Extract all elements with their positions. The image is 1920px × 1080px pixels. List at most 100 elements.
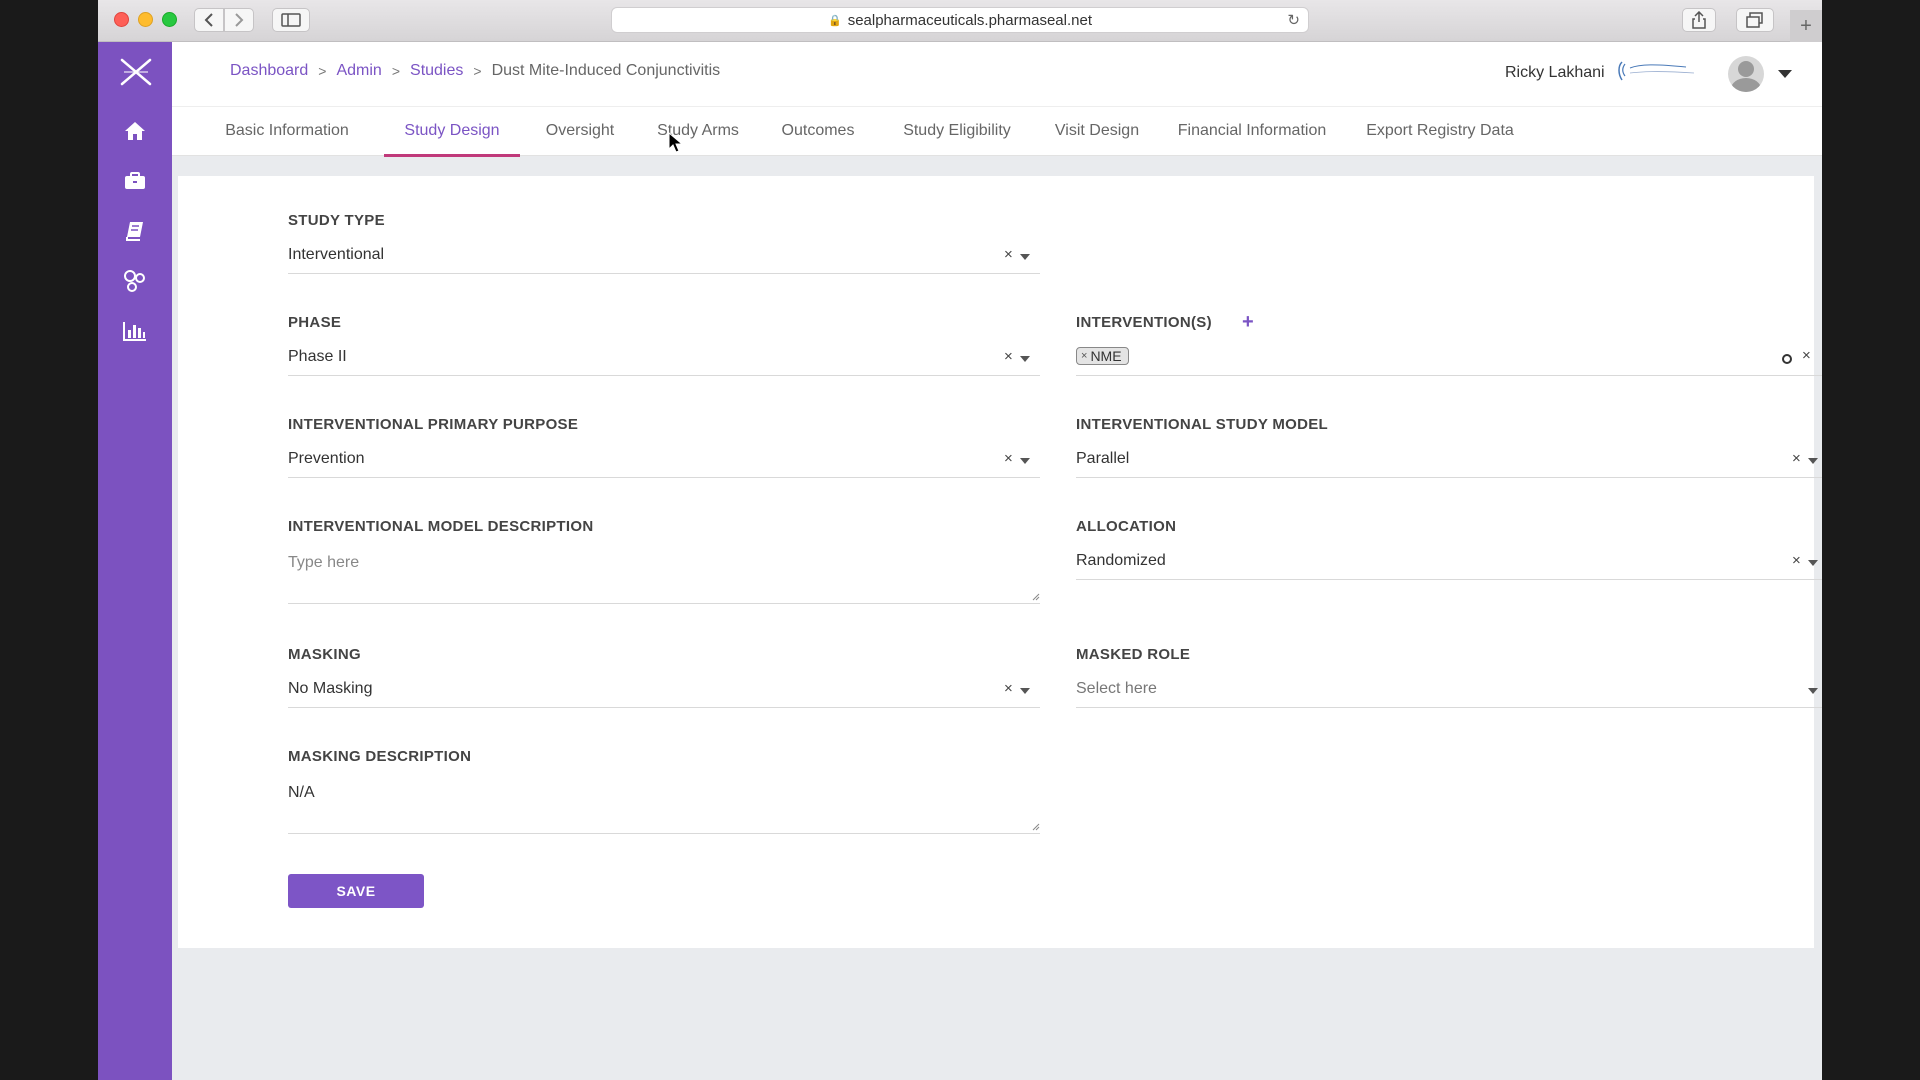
loading-ring-icon: [1782, 354, 1792, 364]
add-intervention-plus-icon[interactable]: +: [1242, 312, 1254, 332]
masking-value: No Masking: [288, 680, 373, 697]
tab-study-arms[interactable]: Study Arms: [652, 107, 744, 157]
lock-icon: 🔒: [827, 14, 842, 27]
chevron-down-icon[interactable]: [1808, 458, 1818, 464]
bar-chart-icon[interactable]: [120, 316, 150, 346]
masking-label: MASKING: [288, 646, 361, 663]
masking-description-label: MASKING DESCRIPTION: [288, 748, 472, 765]
browser-titlebar: 🔒 sealpharmaceuticals.pharmaseal.net ↻ +: [98, 0, 1822, 42]
interventions-multiselect[interactable]: × NME ×: [1076, 342, 1822, 376]
breadcrumb-separator: >: [318, 63, 327, 79]
study-type-select[interactable]: Interventional ×: [288, 240, 1040, 274]
address-bar[interactable]: 🔒 sealpharmaceuticals.pharmaseal.net ↻: [611, 7, 1309, 33]
close-window-button[interactable]: [114, 12, 129, 27]
chevron-down-icon[interactable]: [1808, 688, 1818, 694]
clear-icon[interactable]: ×: [1792, 552, 1801, 569]
maximize-window-button[interactable]: [162, 12, 177, 27]
minimize-window-button[interactable]: [138, 12, 153, 27]
chevron-down-icon[interactable]: [1020, 356, 1030, 362]
study-model-label: INTERVENTIONAL STUDY MODEL: [1076, 416, 1328, 433]
intervention-tag[interactable]: × NME: [1076, 347, 1129, 365]
model-description-textarea[interactable]: Type here: [288, 546, 1040, 604]
tab-outcomes[interactable]: Outcomes: [776, 107, 860, 157]
top-header: Dashboard > Admin > Studies > Dust Mite-…: [172, 42, 1822, 106]
tab-basic-information[interactable]: Basic Information: [216, 107, 358, 157]
tab-financial-information[interactable]: Financial Information: [1172, 107, 1332, 157]
interventions-label: INTERVENTION(S): [1076, 314, 1212, 331]
tab-export-registry-data[interactable]: Export Registry Data: [1356, 107, 1524, 157]
phase-select[interactable]: Phase II ×: [288, 342, 1040, 376]
avatar-body: [1731, 78, 1761, 92]
resize-grip-icon[interactable]: [1032, 593, 1040, 601]
chevron-down-icon[interactable]: [1020, 688, 1030, 694]
mouse-cursor-icon: [668, 132, 684, 153]
primary-purpose-value: Prevention: [288, 450, 365, 467]
save-button[interactable]: SAVE: [288, 874, 424, 908]
chevron-down-icon[interactable]: [1808, 560, 1818, 566]
remove-tag-icon[interactable]: ×: [1081, 350, 1087, 362]
study-tabs: Basic Information Study Design Oversight…: [172, 106, 1822, 157]
primary-purpose-label: INTERVENTIONAL PRIMARY PURPOSE: [288, 416, 579, 433]
masked-role-placeholder: Select here: [1076, 680, 1157, 697]
clear-icon[interactable]: ×: [1004, 450, 1013, 467]
model-description-label: INTERVENTIONAL MODEL DESCRIPTION: [288, 518, 594, 535]
reload-icon[interactable]: ↻: [1287, 11, 1300, 29]
tabs-icon: [1746, 12, 1763, 28]
clear-all-icon[interactable]: ×: [1802, 347, 1811, 364]
clear-icon[interactable]: ×: [1792, 450, 1801, 467]
allocation-select[interactable]: Randomized ×: [1076, 546, 1822, 580]
masking-select[interactable]: No Masking ×: [288, 674, 1040, 708]
clear-icon[interactable]: ×: [1004, 246, 1013, 263]
sidebar-toggle-button[interactable]: [272, 8, 310, 32]
chevron-down-icon[interactable]: [1020, 254, 1030, 260]
primary-purpose-select[interactable]: Prevention ×: [288, 444, 1040, 478]
user-name: Ricky Lakhani: [1505, 64, 1605, 81]
forward-button[interactable]: [224, 8, 254, 32]
molecule-icon[interactable]: [120, 266, 150, 296]
briefcase-icon[interactable]: [120, 166, 150, 196]
phase-value: Phase II: [288, 348, 347, 365]
model-description-placeholder: Type here: [288, 554, 360, 571]
sidebar-icon: [281, 13, 301, 27]
breadcrumb-separator: >: [473, 63, 482, 79]
allocation-value: Randomized: [1076, 552, 1166, 569]
tab-study-design[interactable]: Study Design: [384, 107, 520, 157]
clear-icon[interactable]: ×: [1004, 680, 1013, 697]
breadcrumb-dashboard[interactable]: Dashboard: [230, 62, 308, 80]
chevron-down-icon[interactable]: [1020, 458, 1030, 464]
user-menu-chevron-down-icon[interactable]: [1778, 70, 1792, 78]
phase-label: PHASE: [288, 314, 342, 331]
company-logo: [1616, 58, 1700, 84]
tab-oversight[interactable]: Oversight: [540, 107, 620, 157]
tab-visit-design[interactable]: Visit Design: [1044, 107, 1150, 157]
share-button[interactable]: [1682, 8, 1716, 32]
chevron-right-icon: [235, 13, 244, 27]
app-logo-icon[interactable]: [120, 56, 152, 88]
study-model-select[interactable]: Parallel ×: [1076, 444, 1822, 478]
sidebar: [98, 42, 172, 1080]
masking-description-value: N/A: [288, 784, 315, 801]
intervention-tag-label: NME: [1090, 348, 1122, 364]
avatar-head: [1738, 61, 1754, 77]
study-model-value: Parallel: [1076, 450, 1130, 467]
url-text: sealpharmaceuticals.pharmaseal.net: [847, 11, 1092, 29]
breadcrumb-admin[interactable]: Admin: [336, 62, 381, 80]
study-design-form: STUDY TYPE Interventional × PHASE Phase …: [178, 176, 1822, 948]
home-icon[interactable]: [120, 116, 150, 146]
user-avatar[interactable]: [1728, 56, 1764, 92]
tab-study-eligibility[interactable]: Study Eligibility: [892, 107, 1022, 157]
clear-icon[interactable]: ×: [1004, 348, 1013, 365]
back-button[interactable]: [194, 8, 224, 32]
chevron-left-icon: [204, 13, 213, 27]
browser-window: 🔒 sealpharmaceuticals.pharmaseal.net ↻ +: [98, 0, 1822, 1080]
new-tab-button[interactable]: +: [1790, 10, 1822, 42]
book-icon[interactable]: [120, 216, 150, 246]
breadcrumb-studies[interactable]: Studies: [410, 62, 463, 80]
breadcrumb: Dashboard > Admin > Studies > Dust Mite-…: [230, 62, 720, 80]
tab-overview-button[interactable]: [1736, 8, 1774, 32]
resize-grip-icon[interactable]: [1032, 823, 1040, 831]
masked-role-select[interactable]: Select here: [1076, 674, 1822, 708]
study-type-label: STUDY TYPE: [288, 212, 385, 229]
masking-description-textarea[interactable]: N/A: [288, 776, 1040, 834]
breadcrumb-current-study: Dust Mite-Induced Conjunctivitis: [491, 62, 721, 79]
